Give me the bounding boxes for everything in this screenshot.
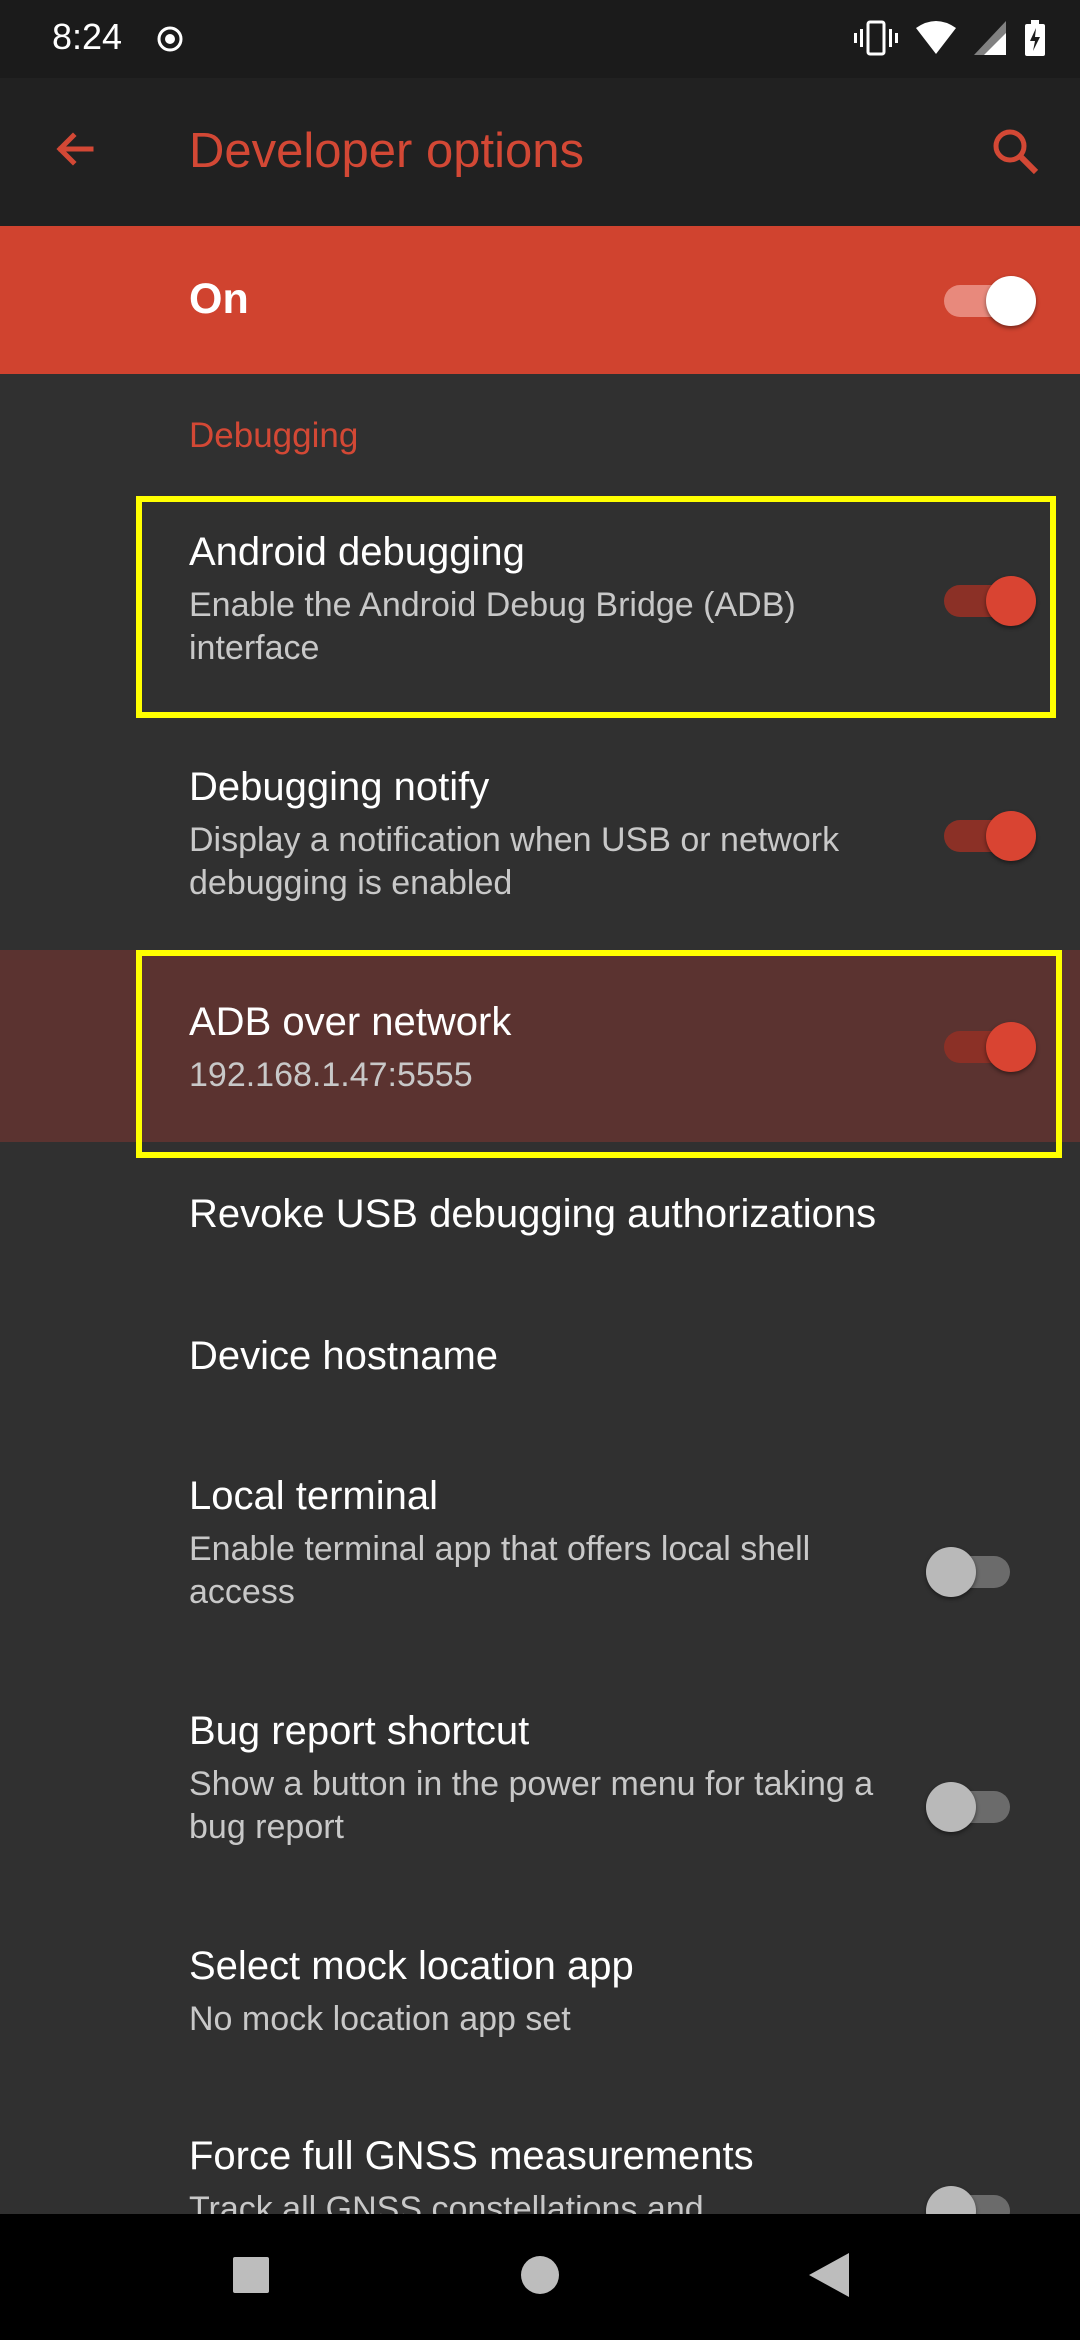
wifi-icon <box>916 20 956 61</box>
pref-revoke-usb-authorizations[interactable]: Revoke USB debugging authorizations <box>0 1158 1080 1298</box>
section-header-debugging: Debugging <box>189 416 359 455</box>
back-triangle-icon <box>807 2251 851 2304</box>
pref-mock-location-app[interactable]: Select mock location app No mock locatio… <box>0 1910 1080 2100</box>
navigation-bar <box>0 2214 1080 2340</box>
app-bar: Developer options <box>0 78 1080 226</box>
status-bar: 8:24 <box>0 0 1080 78</box>
master-switch-bar[interactable]: On <box>0 226 1080 374</box>
pref-device-hostname[interactable]: Device hostname <box>0 1298 1080 1440</box>
pref-title: Force full GNSS measurements <box>189 2134 754 2178</box>
pref-title: Local terminal <box>189 1474 439 1518</box>
status-icons <box>854 18 1046 63</box>
pref-title: Device hostname <box>189 1334 499 1378</box>
local-terminal-toggle[interactable] <box>926 1541 1018 1601</box>
arrow-back-icon <box>51 125 99 178</box>
pref-summary: Enable terminal app that offers local sh… <box>189 1530 811 1611</box>
recents-button[interactable] <box>218 2244 284 2310</box>
recents-square-icon <box>231 2255 271 2300</box>
pref-summary: Track all GNSS constellations and <box>189 2190 704 2214</box>
pref-summary: Show a button in the power menu for taki… <box>189 1765 874 1846</box>
pref-bug-report-shortcut[interactable]: Bug report shortcut Show a button in the… <box>0 1675 1080 1910</box>
status-time: 8:24 <box>52 16 123 57</box>
pref-summary: Display a notification when USB or netwo… <box>189 821 840 902</box>
force-gnss-toggle[interactable] <box>926 2180 1018 2214</box>
toggle-thumb <box>926 1547 976 1597</box>
toggle-thumb <box>986 811 1036 861</box>
record-icon <box>156 25 184 53</box>
cellular-signal-icon <box>974 21 1006 60</box>
bug-report-shortcut-toggle[interactable] <box>926 1776 1018 1836</box>
pref-local-terminal[interactable]: Local terminal Enable terminal app that … <box>0 1440 1080 1675</box>
home-circle-icon <box>519 2254 561 2301</box>
master-switch-label: On <box>189 275 249 323</box>
annotation-highlight-box <box>136 950 1062 1158</box>
master-toggle[interactable] <box>944 270 1036 330</box>
pref-title: Debugging notify <box>189 765 490 809</box>
toggle-thumb <box>926 2186 976 2214</box>
back-button[interactable] <box>42 118 108 184</box>
toggle-thumb <box>986 276 1036 326</box>
search-icon <box>990 126 1040 181</box>
toggle-thumb <box>926 1782 976 1832</box>
pref-title: Select mock location app <box>189 1944 634 1988</box>
pref-title: Bug report shortcut <box>189 1709 530 1753</box>
nav-back-button[interactable] <box>796 2244 862 2310</box>
pref-debugging-notify[interactable]: Debugging notify Display a notification … <box>0 735 1080 950</box>
battery-icon <box>1024 20 1046 61</box>
page-title: Developer options <box>189 124 584 178</box>
debugging-notify-toggle[interactable] <box>944 805 1036 865</box>
pref-force-gnss-measurements[interactable]: Force full GNSS measurements Track all G… <box>0 2100 1080 2214</box>
vibrate-icon <box>854 18 898 63</box>
home-button[interactable] <box>507 2244 573 2310</box>
pref-title: Revoke USB debugging authorizations <box>189 1192 877 1236</box>
search-button[interactable] <box>982 120 1048 186</box>
pref-summary: No mock location app set <box>189 2000 571 2038</box>
annotation-highlight-box <box>136 496 1056 718</box>
